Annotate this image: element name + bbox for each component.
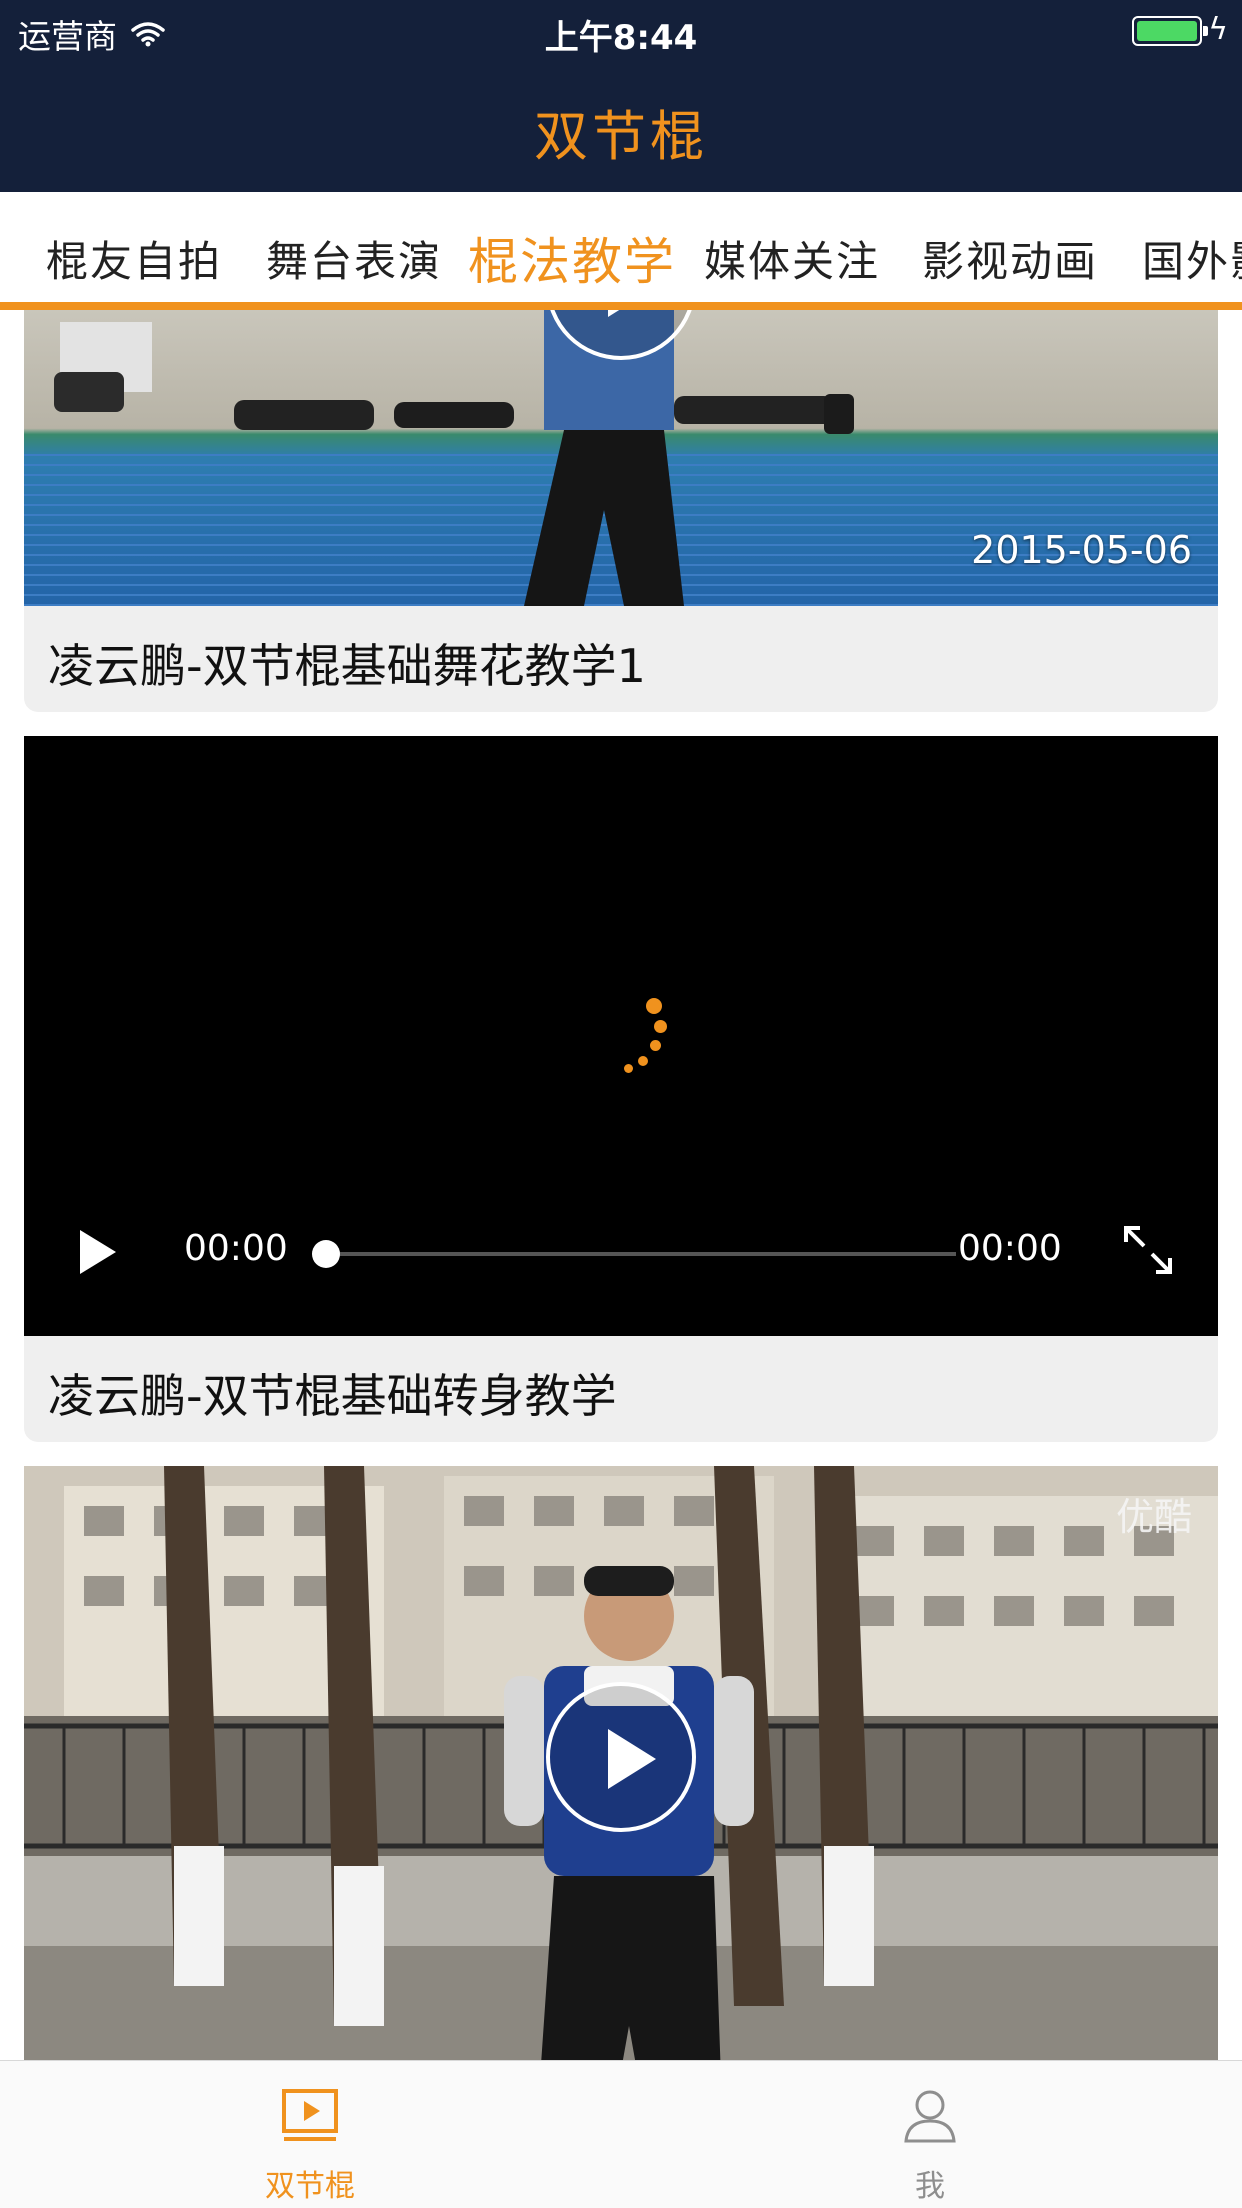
- play-button[interactable]: [546, 1682, 696, 1832]
- player-play-icon[interactable]: [80, 1230, 116, 1274]
- tab-tutorial[interactable]: 棍法教学: [468, 222, 676, 294]
- category-tabs: 棍友自拍 舞台表演 棍法教学 媒体关注 影视动画 国外影: [0, 192, 1242, 310]
- video-card[interactable]: 2015-05-06 凌云鹏-双节棍基础舞花教学1: [24, 310, 1218, 712]
- loading-spinner-icon: [624, 998, 684, 1078]
- battery-icon: [1132, 16, 1208, 46]
- watermark-logo: 优酷: [1115, 1495, 1192, 1539]
- video-thumbnail[interactable]: 2015-05-06: [24, 310, 1218, 606]
- current-time: 00:00: [184, 1228, 288, 1269]
- video-play-icon: [282, 2089, 338, 2141]
- duration-time: 00:00: [958, 1228, 1062, 1269]
- fullscreen-icon[interactable]: [1118, 1220, 1178, 1280]
- page-title: 双节棍: [534, 105, 708, 168]
- progress-knob[interactable]: [312, 1240, 340, 1268]
- person-icon: [904, 2090, 956, 2143]
- tabbar-item-me[interactable]: 我: [830, 2061, 1030, 2208]
- progress-track[interactable]: [324, 1252, 956, 1256]
- video-card[interactable]: 优酷 2015-03-28: [24, 1466, 1218, 2060]
- tab-selfie[interactable]: 棍友自拍: [46, 228, 222, 289]
- video-date: 2015-05-06: [971, 528, 1192, 572]
- video-card[interactable]: 00:00 00:00 凌云鹏-双节棍基础转身教学: [24, 736, 1218, 1442]
- tabbar-label: 双节棍: [265, 2169, 355, 2204]
- video-thumbnail[interactable]: 优酷 2015-03-28: [24, 1466, 1218, 2060]
- bottom-tab-bar: 双节棍 我: [0, 2060, 1242, 2208]
- charging-icon: ϟ: [1208, 12, 1228, 47]
- tab-overseas[interactable]: 国外影: [1142, 228, 1242, 289]
- video-title[interactable]: 凌云鹏-双节棍基础舞花教学1: [48, 630, 646, 696]
- top-header: 运营商 上午8:44 ϟ 双节棍: [0, 0, 1242, 192]
- video-player[interactable]: 00:00 00:00: [24, 736, 1218, 1336]
- tab-film[interactable]: 影视动画: [922, 228, 1098, 289]
- tabbar-item-nunchaku[interactable]: 双节棍: [210, 2061, 410, 2208]
- video-title[interactable]: 凌云鹏-双节棍基础转身教学: [48, 1360, 617, 1426]
- tab-media[interactable]: 媒体关注: [704, 228, 880, 289]
- status-time: 上午8:44: [544, 18, 698, 58]
- tabbar-label: 我: [915, 2169, 945, 2204]
- tab-stage[interactable]: 舞台表演: [266, 228, 442, 289]
- video-feed[interactable]: 2015-05-06 凌云鹏-双节棍基础舞花教学1 00:00 00:00 凌云…: [0, 310, 1242, 2060]
- status-bar: 运营商 上午8:44 ϟ: [0, 0, 1242, 62]
